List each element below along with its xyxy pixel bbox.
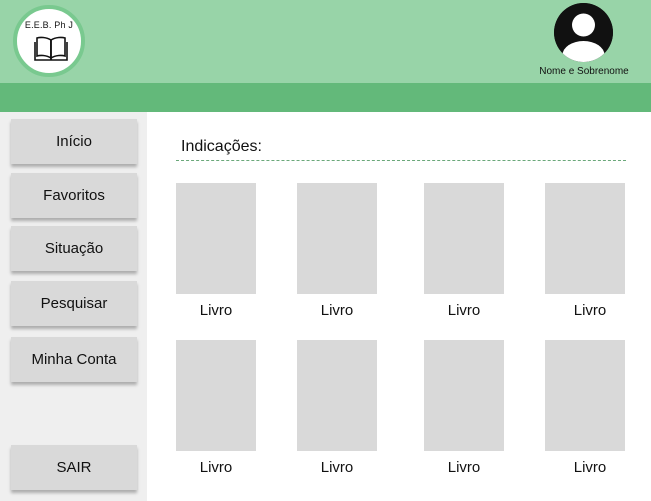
user-name: Nome e Sobrenome (539, 66, 629, 77)
book-cover[interactable] (176, 183, 256, 294)
book-label: Livro (573, 459, 607, 476)
book-cover[interactable] (424, 183, 504, 294)
book-label: Livro (320, 459, 354, 476)
sidebar-item-favoritos[interactable]: Favoritos (11, 173, 137, 218)
header-subbar (0, 83, 651, 112)
section-title: Indicações: (181, 138, 262, 155)
book-cover[interactable] (424, 340, 504, 451)
book-label: Livro (199, 302, 233, 319)
book-cover[interactable] (545, 183, 625, 294)
sidebar-item-minha-conta[interactable]: Minha Conta (11, 337, 137, 382)
book-cover[interactable] (545, 340, 625, 451)
book-label: Livro (447, 302, 481, 319)
sidebar-item-situacao[interactable]: Situação (11, 226, 137, 271)
user-avatar-icon[interactable] (554, 3, 613, 62)
sidebar-item-pesquisar[interactable]: Pesquisar (11, 281, 137, 326)
book-label: Livro (320, 302, 354, 319)
book-label: Livro (199, 459, 233, 476)
book-label: Livro (573, 302, 607, 319)
school-logo[interactable]: E.E.B. Ph J (13, 5, 85, 77)
logo-text: E.E.B. Ph J (24, 20, 74, 30)
book-cover[interactable] (297, 183, 377, 294)
book-cover[interactable] (176, 340, 256, 451)
book-cover[interactable] (297, 340, 377, 451)
logout-button[interactable]: SAIR (11, 445, 137, 490)
section-divider (176, 160, 626, 161)
book-label: Livro (447, 459, 481, 476)
sidebar-item-inicio[interactable]: Início (11, 119, 137, 164)
book-icon (34, 36, 68, 61)
